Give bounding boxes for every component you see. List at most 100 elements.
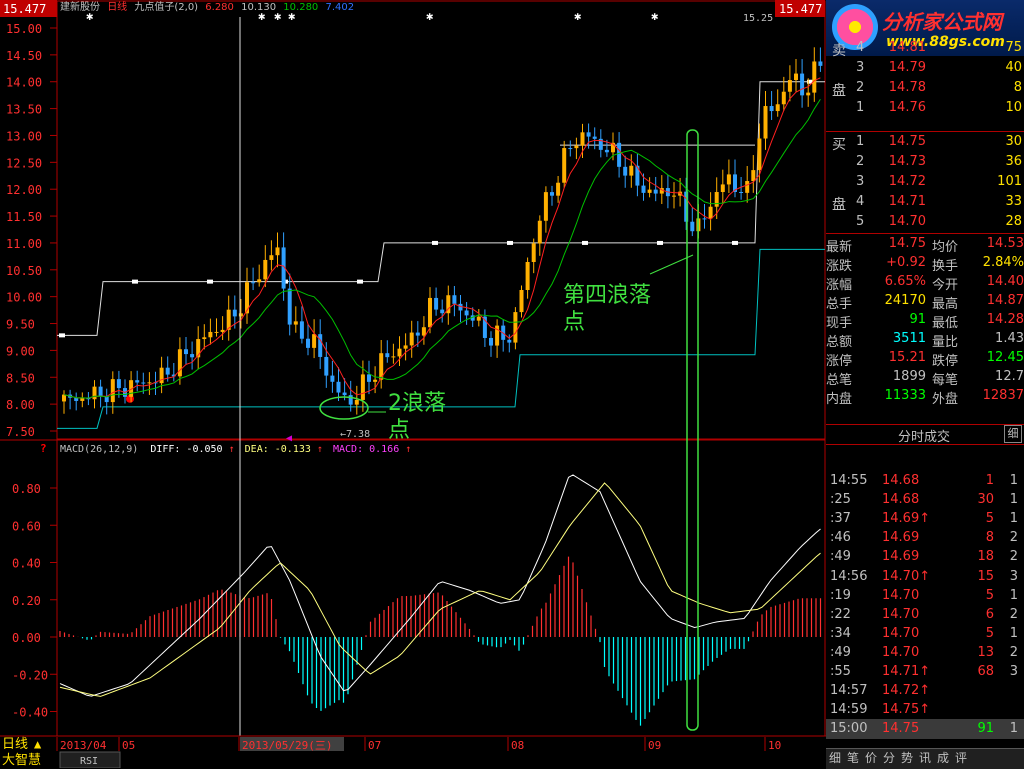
tick-count: 3 xyxy=(1009,664,1018,679)
candle-body xyxy=(440,309,445,314)
tick-arrow: ↑ xyxy=(919,664,931,679)
sell-row[interactable]: 1 14.76 10 xyxy=(826,98,1024,117)
candle-body xyxy=(275,247,280,256)
orderbook-price: 14.81 xyxy=(888,40,926,55)
quote-val2: 14.40 xyxy=(986,274,1024,289)
tick-price: 14.70 xyxy=(882,625,920,641)
quote-val1: 91 xyxy=(909,312,926,327)
macd-title: MACD(26,12,9) xyxy=(60,444,138,455)
candle-body xyxy=(190,354,195,358)
brand-name: 大智慧 xyxy=(2,752,41,768)
panel-tab[interactable]: 成 xyxy=(934,749,952,768)
sell-row[interactable]: 卖 4 14.81 75 xyxy=(826,38,1024,59)
tick-volume: 1 xyxy=(985,473,994,488)
quote-row: 涨停 15.21 跌停 12.45 xyxy=(826,349,1024,369)
price-panel-frame xyxy=(56,0,826,440)
tick-count: 2 xyxy=(1009,530,1018,546)
buy-row[interactable]: 2 14.73 36 xyxy=(826,152,1024,171)
buy-row[interactable]: 5 14.70 28 xyxy=(826,212,1024,231)
price-tick: 12.00 xyxy=(6,183,42,197)
candle-body xyxy=(367,374,371,382)
panel-tab[interactable]: 细 xyxy=(826,749,844,768)
orderbook-price: 14.78 xyxy=(888,80,926,95)
panel-tab[interactable]: 分 xyxy=(880,749,898,768)
period-indicator[interactable]: 日线 xyxy=(2,737,28,752)
tick-count: 1 xyxy=(1009,721,1018,737)
orderbook-level: 2 xyxy=(856,154,865,169)
help-icon[interactable]: ? xyxy=(40,442,47,455)
buy-row[interactable]: 买 1 14.75 30 xyxy=(826,132,1024,153)
wave2-text2: 点 xyxy=(388,418,410,443)
candle-body xyxy=(739,191,744,193)
candle-body xyxy=(580,132,585,146)
candle-body xyxy=(330,375,335,382)
price-tick: 9.50 xyxy=(6,318,35,332)
quote-val1: 24170 xyxy=(884,293,926,308)
sell-row[interactable]: 盘 2 14.78 8 xyxy=(826,78,1024,99)
candle-body xyxy=(80,398,85,401)
tick-volume: 6 xyxy=(985,606,994,622)
price-tick: 14.50 xyxy=(6,49,42,63)
macd-tick: 0.00 xyxy=(12,631,41,645)
tick-price: 14.70↑ xyxy=(882,568,931,584)
candle-body xyxy=(702,218,707,220)
tick-time: 14:55 xyxy=(830,473,868,488)
quote-val2: 12.7 xyxy=(995,369,1024,384)
candle-body xyxy=(537,220,542,244)
quote-key1: 总手 xyxy=(826,297,853,312)
buy-row[interactable]: 盘 4 14.71 33 xyxy=(826,192,1024,213)
quote-val2: 14.87 xyxy=(986,293,1024,308)
macd-tick: 0.80 xyxy=(12,482,41,496)
price-tick: 12.50 xyxy=(6,156,42,170)
candle-body xyxy=(324,356,329,376)
macd-dea: DEA: -0.133 xyxy=(245,444,311,455)
tick-time: :49 xyxy=(830,644,851,660)
orderbook-volume: 8 xyxy=(1013,80,1022,95)
orderbook-level: 3 xyxy=(856,174,865,189)
panel-tab[interactable]: 势 xyxy=(898,749,916,768)
tick-volume: 5 xyxy=(985,511,994,527)
buy-row[interactable]: 3 14.72 101 xyxy=(826,172,1024,191)
candle-body xyxy=(159,367,164,384)
panel-tab[interactable]: 评 xyxy=(952,749,970,768)
candle-body xyxy=(672,195,676,197)
candle-body xyxy=(293,321,298,325)
orderbook-side: 买 xyxy=(832,137,846,153)
sell-row[interactable]: 3 14.79 40 xyxy=(826,58,1024,77)
star-marker-icon: ✱ xyxy=(651,9,658,23)
candle-body xyxy=(531,243,536,263)
right-panel: 分析家公式网 www.88gs.com 卖 4 14.81 75 3 14.79 40 盘 2 1… xyxy=(826,0,1024,769)
candle-body xyxy=(342,392,347,396)
panel-tab[interactable]: 讯 xyxy=(916,749,934,768)
panel-tab[interactable]: 价 xyxy=(862,749,880,768)
stock-chart[interactable]: 15.477 15.477 建新股份 日线 九点值子(2,0) 6.280 10… xyxy=(0,0,826,768)
tick-count: 2 xyxy=(1009,606,1018,622)
quote-key2: 最低 xyxy=(932,316,959,331)
candle-body xyxy=(507,339,512,343)
candle-body xyxy=(409,332,414,346)
candle-body xyxy=(214,331,219,333)
orderbook-price: 14.75 xyxy=(888,134,926,149)
panel-tab[interactable]: 笔 xyxy=(844,749,862,768)
candle-body xyxy=(421,327,426,336)
quote-key1: 现手 xyxy=(826,316,853,331)
orderbook-price: 14.72 xyxy=(888,174,926,189)
star-marker-icon: ✱ xyxy=(274,9,281,23)
tick-price: 14.75↑ xyxy=(882,702,931,718)
quote-val2: 2.84% xyxy=(982,255,1024,270)
quote-key1: 总笔 xyxy=(826,373,853,388)
tick-arrow: ↑ xyxy=(919,683,931,699)
candle-body xyxy=(800,73,805,96)
tick-arrow: ↑ xyxy=(919,511,931,527)
candle-body xyxy=(269,255,274,260)
candle-body xyxy=(592,136,597,139)
quote-val2: 14.53 xyxy=(986,236,1024,251)
quote-key1: 内盘 xyxy=(826,392,853,407)
candle-body xyxy=(690,221,695,232)
tick-price: 14.70 xyxy=(882,606,920,622)
quote-val2: 14.28 xyxy=(986,312,1024,327)
triangle-up-icon: ▲ xyxy=(34,737,42,751)
detail-button[interactable]: 细 xyxy=(1004,425,1022,443)
tick-count: 1 xyxy=(1009,625,1018,641)
tick-price: 14.75 xyxy=(882,721,920,737)
